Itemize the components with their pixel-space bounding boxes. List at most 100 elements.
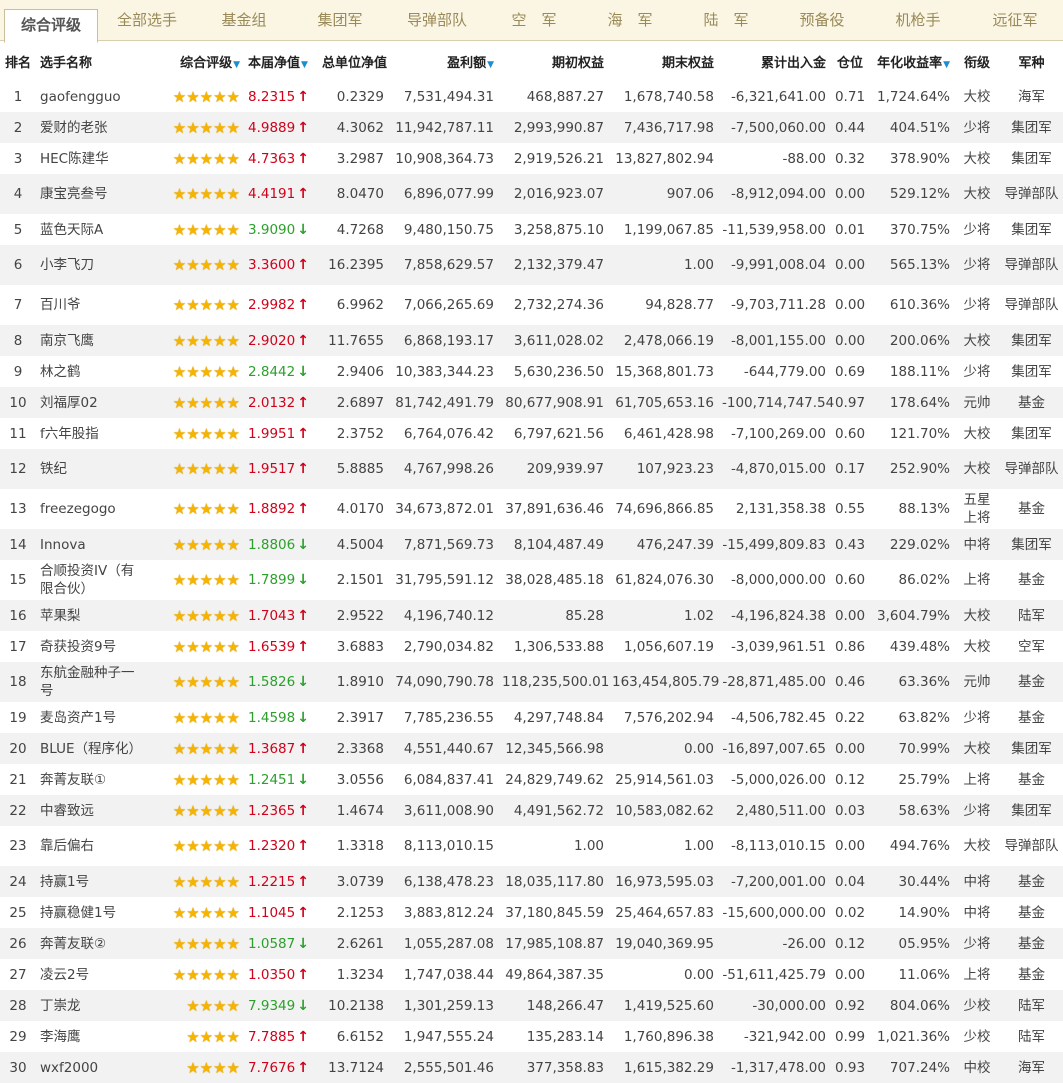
rank-cell: 22: [0, 795, 36, 826]
player-name[interactable]: 林之鹤: [36, 356, 148, 387]
player-name[interactable]: 奔菁友联②: [36, 928, 148, 959]
player-name[interactable]: HEC陈建华: [36, 143, 148, 174]
star-rating-icon: ★★★★★: [172, 362, 240, 381]
player-name[interactable]: 李海鹰: [36, 1021, 148, 1052]
player-name[interactable]: 持赢稳健1号: [36, 897, 148, 928]
table-row[interactable]: 4 康宝亮叁号 ★★★★★ 4.4191 ↑ 8.0470 6,896,077.99 2,01…: [0, 174, 1063, 214]
table-row[interactable]: 15 合顺投资IV（有限合伙） ★★★★★ 1.7899 ↓ 2.1501 31,795,5…: [0, 560, 1063, 600]
player-name[interactable]: 南京飞鹰: [36, 325, 148, 356]
star-rating-icon: ★★★★★: [148, 733, 244, 764]
player-name[interactable]: 苹果梨: [36, 600, 148, 631]
sort-down-icon[interactable]: ▼: [233, 60, 240, 70]
table-row[interactable]: 23 靠后偏右 ★★★★★ 1.2320 ↑ 1.3318 8,113,010.15 1.00…: [0, 826, 1063, 866]
end-equity: 1,056,607.19: [623, 638, 714, 655]
player-name[interactable]: 持赢1号: [36, 866, 148, 897]
unit-nav: 2.9406: [336, 363, 384, 380]
sort-down-icon[interactable]: ▼: [943, 60, 950, 70]
tab-5[interactable]: 空 军: [486, 0, 582, 40]
player-name[interactable]: 奔菁友联①: [36, 764, 148, 795]
star-rating-icon: ★★★★★: [172, 965, 240, 984]
player-name[interactable]: wxf2000: [36, 1052, 148, 1083]
tab-1[interactable]: 全部选手: [98, 0, 196, 40]
header-annual-return[interactable]: 年化收益率▼: [870, 41, 954, 81]
player-name[interactable]: 靠后偏右: [36, 826, 148, 866]
table-row[interactable]: 10 刘福厚02 ★★★★★ 2.0132 ↑ 2.6897 81,742,491.79 80…: [0, 387, 1063, 418]
rank-title: 大校: [954, 174, 1000, 214]
tab-0[interactable]: 综合评级: [4, 9, 98, 43]
star-rating-icon: ★★★★★: [148, 387, 244, 418]
player-name[interactable]: 丁崇龙: [36, 990, 148, 1021]
table-row[interactable]: 29 李海鹰 ★★★★ 7.7885 ↑ 6.6152 1,947,555.24 135,28…: [0, 1021, 1063, 1052]
player-name[interactable]: 爱财的老张: [36, 112, 148, 143]
nav-value: 1.2365: [248, 802, 296, 819]
table-row[interactable]: 18 东航金融种子一号 ★★★★★ 1.5826 ↓ 1.8910 74,090,790.7…: [0, 662, 1063, 702]
sort-down-icon[interactable]: ▼: [301, 60, 308, 70]
table-row[interactable]: 11 f六年股指 ★★★★★ 1.9951 ↑ 2.3752 6,764,076.42 6,7…: [0, 418, 1063, 449]
table-row[interactable]: 14 Innova ★★★★★ 1.8806 ↓ 4.5004 7,871,569.73 8,…: [0, 529, 1063, 560]
arrow-up-icon: ↑: [297, 1059, 309, 1076]
player-name[interactable]: 东航金融种子一号: [36, 662, 148, 702]
table-row[interactable]: 21 奔菁友联① ★★★★★ 1.2451 ↓ 3.0556 6,084,837.41 24,…: [0, 764, 1063, 795]
tab-6[interactable]: 海 军: [582, 0, 678, 40]
table-row[interactable]: 26 奔菁友联② ★★★★★ 1.0587 ↓ 2.6261 1,055,287.08 17,…: [0, 928, 1063, 959]
table-row[interactable]: 25 持赢稳健1号 ★★★★★ 1.1045 ↑ 2.1253 3,883,812.24 37…: [0, 897, 1063, 928]
unit-nav: 4.7268: [336, 221, 384, 238]
tab-3[interactable]: 集团军: [292, 0, 388, 40]
nav-cell: 7.9349 ↓: [244, 990, 318, 1021]
table-row[interactable]: 8 南京飞鹰 ★★★★★ 2.9020 ↑ 11.7655 6,868,193.17 3,61…: [0, 325, 1063, 356]
player-name[interactable]: 蓝色天际A: [36, 214, 148, 245]
nav-cell: 2.9020 ↑: [244, 325, 318, 356]
table-row[interactable]: 24 持赢1号 ★★★★★ 1.2215 ↑ 3.0739 6,138,478.23 18,0…: [0, 866, 1063, 897]
player-name[interactable]: BLUE（程序化）: [36, 733, 148, 764]
table-row[interactable]: 7 百川爷 ★★★★★ 2.9982 ↑ 6.9962 7,066,265.69 2,732,…: [0, 285, 1063, 325]
table-row[interactable]: 27 凌云2号 ★★★★★ 1.0350 ↑ 1.3234 1,747,038.44 49,8…: [0, 959, 1063, 990]
rank-title: 上将: [963, 966, 991, 983]
player-name[interactable]: 铁纪: [36, 449, 148, 489]
player-name[interactable]: 合顺投资IV（有限合伙）: [36, 560, 148, 600]
table-row[interactable]: 2 爱财的老张 ★★★★★ 4.9889 ↑ 4.3062 11,942,787.11 2,9…: [0, 112, 1063, 143]
arrow-down-icon: ↓: [297, 709, 309, 726]
player-name[interactable]: freezegogo: [36, 489, 148, 529]
player-name[interactable]: 小李飞刀: [36, 245, 148, 285]
table-row[interactable]: 16 苹果梨 ★★★★★ 1.7043 ↑ 2.9522 4,196,740.12 85.28…: [0, 600, 1063, 631]
player-name[interactable]: 凌云2号: [36, 959, 148, 990]
table-row[interactable]: 6 小李飞刀 ★★★★★ 3.3600 ↑ 16.2395 7,858,629.57 2,13…: [0, 245, 1063, 285]
player-name[interactable]: 刘福厚02: [36, 387, 148, 418]
player-name[interactable]: 中睿致远: [36, 795, 148, 826]
position: 0.71: [834, 88, 866, 105]
table-row[interactable]: 22 中睿致远 ★★★★★ 1.2365 ↑ 1.4674 3,611,008.90 4,49…: [0, 795, 1063, 826]
table-row[interactable]: 1 gaofengguo ★★★★★ 8.2315 ↑ 0.2329 7,531,494.3…: [0, 81, 1063, 112]
player-name[interactable]: gaofengguo: [36, 81, 148, 112]
position: 0.60: [834, 572, 866, 588]
star-rating-icon: ★★★★★: [148, 245, 244, 285]
tab-2[interactable]: 基金组: [196, 0, 292, 40]
tab-4[interactable]: 导弹部队: [388, 0, 486, 40]
table-row[interactable]: 3 HEC陈建华 ★★★★★ 4.7363 ↑ 3.2987 10,908,364.73 2,…: [0, 143, 1063, 174]
player-name[interactable]: 百川爷: [36, 285, 148, 325]
tab-8[interactable]: 预备役: [774, 0, 870, 40]
table-row[interactable]: 5 蓝色天际A ★★★★★ 3.9090 ↓ 4.7268 9,480,150.75 3,25…: [0, 214, 1063, 245]
player-name[interactable]: Innova: [36, 529, 148, 560]
table-row[interactable]: 28 丁崇龙 ★★★★ 7.9349 ↓ 10.2138 1,301,259.13 148,2…: [0, 990, 1063, 1021]
table-row[interactable]: 12 铁纪 ★★★★★ 1.9517 ↑ 5.8885 4,767,998.26 209,93…: [0, 449, 1063, 489]
table-row[interactable]: 9 林之鹤 ★★★★★ 2.8442 ↓ 2.9406 10,383,344.23 5,630…: [0, 356, 1063, 387]
tab-7[interactable]: 陆 军: [678, 0, 774, 40]
cash-flow: -51,611,425.79: [722, 966, 826, 983]
header-nav[interactable]: 本届净值▼: [244, 41, 318, 81]
table-row[interactable]: 13 freezegogo ★★★★★ 1.8892 ↑ 4.0170 34,673,872…: [0, 489, 1063, 529]
player-name[interactable]: 奇获投资9号: [36, 631, 148, 662]
header-profit[interactable]: 盈利额▼: [388, 41, 498, 81]
tab-10[interactable]: 远征军: [966, 0, 1063, 40]
table-row[interactable]: 19 麦岛资产1号 ★★★★★ 1.4598 ↓ 2.3917 7,785,236.55 4,…: [0, 702, 1063, 733]
cash-flow: -9,991,008.04: [718, 245, 830, 285]
table-row[interactable]: 30 wxf2000 ★★★★ 7.7676 ↑ 13.7124 2,555,501.46 3…: [0, 1052, 1063, 1083]
header-rating[interactable]: 综合评级▼: [148, 41, 244, 81]
branch: 空军: [1018, 638, 1045, 655]
table-row[interactable]: 17 奇获投资9号 ★★★★★ 1.6539 ↑ 3.6883 2,790,034.82 1,…: [0, 631, 1063, 662]
sort-down-icon[interactable]: ▼: [487, 60, 494, 70]
player-name[interactable]: 康宝亮叁号: [36, 174, 148, 214]
table-row[interactable]: 20 BLUE（程序化） ★★★★★ 1.3687 ↑ 2.3368 4,551,440.6…: [0, 733, 1063, 764]
tab-9[interactable]: 机枪手: [870, 0, 966, 40]
player-name[interactable]: f六年股指: [36, 418, 148, 449]
player-name[interactable]: 麦岛资产1号: [36, 702, 148, 733]
